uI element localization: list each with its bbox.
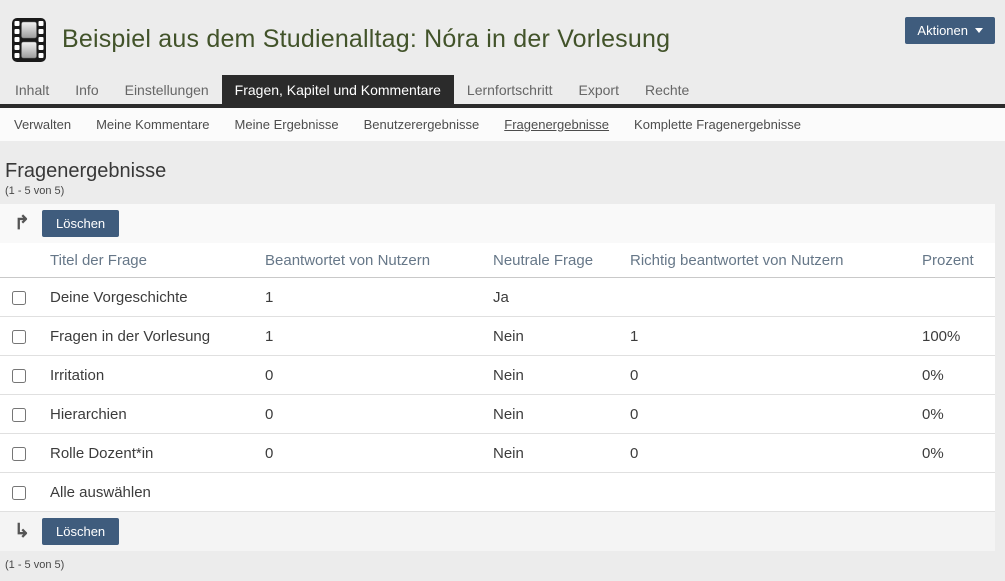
table-row: Hierarchien 0 Nein 0 0% [0, 395, 995, 434]
cell-question-title: Rolle Dozent*in [38, 434, 253, 473]
cell-percent: 0% [910, 395, 995, 434]
row-checkbox[interactable] [12, 291, 26, 305]
col-header-answered: Beantwortet von Nutzern [253, 243, 481, 278]
table-row: Irritation 0 Nein 0 0% [0, 356, 995, 395]
cell-answered: 0 [253, 356, 481, 395]
delete-button-bottom[interactable]: Löschen [42, 518, 119, 545]
cell-neutral: Ja [481, 278, 618, 317]
table-header-row: Titel der Frage Beantwortet von Nutzern … [0, 243, 995, 278]
cell-correct [618, 278, 910, 317]
cell-answered: 0 [253, 395, 481, 434]
tab-einstellungen[interactable]: Einstellungen [112, 75, 222, 104]
cell-percent: 100% [910, 317, 995, 356]
tab-fragen-kapitel-kommentare[interactable]: Fragen, Kapitel und Kommentare [222, 75, 454, 104]
cell-neutral: Nein [481, 356, 618, 395]
cell-percent: 0% [910, 356, 995, 395]
subtab-meine-ergebnisse[interactable]: Meine Ergebnisse [235, 117, 339, 132]
actions-button-label: Aktionen [917, 23, 968, 38]
table-row: Deine Vorgeschichte 1 Ja [0, 278, 995, 317]
arrow-down-right-icon: ↳ [12, 523, 32, 541]
row-checkbox[interactable] [12, 408, 26, 422]
subtab-meine-kommentare[interactable]: Meine Kommentare [96, 117, 209, 132]
row-checkbox[interactable] [12, 447, 26, 461]
cell-answered: 1 [253, 278, 481, 317]
subtab-benutzerergebnisse[interactable]: Benutzerergebnisse [364, 117, 480, 132]
table-commands-top: ↱ Löschen [0, 204, 995, 243]
table-row: Fragen in der Vorlesung 1 Nein 1 100% [0, 317, 995, 356]
filmstrip-icon [10, 17, 48, 63]
question-results-table: Titel der Frage Beantwortet von Nutzern … [0, 243, 995, 512]
select-all-checkbox[interactable] [12, 486, 26, 500]
cell-correct: 0 [618, 395, 910, 434]
row-checkbox[interactable] [12, 369, 26, 383]
row-checkbox[interactable] [12, 330, 26, 344]
header-checkbox-spacer [0, 243, 38, 278]
select-all-label: Alle auswählen [38, 473, 995, 512]
tab-lernfortschritt[interactable]: Lernfortschritt [454, 75, 566, 104]
page-header: Beispiel aus dem Studienalltag: Nóra in … [0, 0, 1005, 75]
cell-correct: 0 [618, 356, 910, 395]
table-commands-bottom: ↳ Löschen [0, 512, 995, 551]
tab-rechte[interactable]: Rechte [632, 75, 702, 104]
subtabbar: Verwalten Meine Kommentare Meine Ergebni… [0, 108, 1005, 141]
col-header-title: Titel der Frage [38, 243, 253, 278]
col-header-correct: Richtig beantwortet von Nutzern [618, 243, 910, 278]
col-header-percent: Prozent [910, 243, 995, 278]
arrow-up-right-icon: ↱ [12, 215, 32, 233]
cell-correct: 0 [618, 434, 910, 473]
cell-question-title: Hierarchien [38, 395, 253, 434]
cell-answered: 0 [253, 434, 481, 473]
table-row: Rolle Dozent*in 0 Nein 0 0% [0, 434, 995, 473]
delete-button-top[interactable]: Löschen [42, 210, 119, 237]
col-header-neutral: Neutrale Frage [481, 243, 618, 278]
cell-neutral: Nein [481, 434, 618, 473]
subtab-verwalten[interactable]: Verwalten [14, 117, 71, 132]
subtab-fragenergebnisse[interactable]: Fragenergebnisse [504, 117, 609, 132]
results-table-container: ↱ Löschen Titel der Frage Beantwortet vo… [0, 204, 995, 571]
cell-answered: 1 [253, 317, 481, 356]
cell-percent [910, 278, 995, 317]
tab-export[interactable]: Export [566, 75, 632, 104]
page-title: Beispiel aus dem Studienalltag: Nóra in … [62, 25, 670, 54]
cell-neutral: Nein [481, 317, 618, 356]
tab-inhalt[interactable]: Inhalt [2, 75, 62, 104]
cell-question-title: Fragen in der Vorlesung [38, 317, 253, 356]
cell-neutral: Nein [481, 395, 618, 434]
cell-question-title: Irritation [38, 356, 253, 395]
result-range-bottom: (1 - 5 von 5) [0, 551, 995, 571]
section-title: Fragenergebnisse [5, 160, 1005, 183]
result-range-top: (1 - 5 von 5) [5, 185, 1005, 197]
tab-info[interactable]: Info [62, 75, 111, 104]
cell-percent: 0% [910, 434, 995, 473]
cell-question-title: Deine Vorgeschichte [38, 278, 253, 317]
select-all-row: Alle auswählen [0, 473, 995, 512]
subtab-komplette-fragenergebnisse[interactable]: Komplette Fragenergebnisse [634, 117, 801, 132]
caret-down-icon [975, 28, 983, 33]
actions-button[interactable]: Aktionen [905, 17, 995, 44]
main-tabbar: Inhalt Info Einstellungen Fragen, Kapite… [0, 75, 1005, 108]
cell-correct: 1 [618, 317, 910, 356]
